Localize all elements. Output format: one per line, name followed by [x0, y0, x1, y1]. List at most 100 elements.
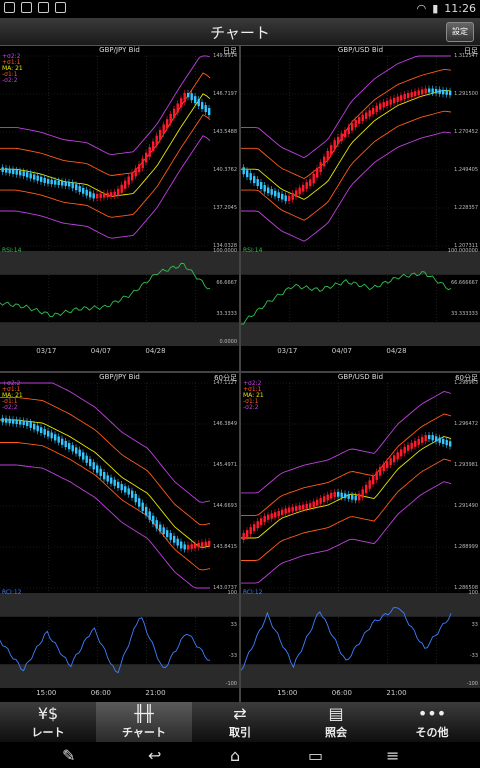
- wifi-icon: ◠: [416, 2, 427, 15]
- oscillator-tick: 100.0000: [213, 248, 237, 254]
- x-axis-label: 21:00: [145, 689, 166, 697]
- oscillator-label: RCI:12: [2, 589, 22, 596]
- x-axis-label: 06:00: [90, 689, 111, 697]
- oscillator-tick: 33.333333: [450, 311, 478, 318]
- system-nav-bar: ✎ ↩ ⌂ ▭ ≡: [0, 742, 480, 768]
- youtube-icon: [21, 2, 32, 13]
- price-tick: 146.7197: [213, 91, 237, 97]
- tab-rate[interactable]: ¥$ レート: [0, 702, 96, 742]
- recents-icon[interactable]: ▭: [308, 746, 323, 765]
- chart-panel-gbpjpy-daily[interactable]: GBP/JPY Bid 日足 149.8914 146.7197 143.5488 140…: [0, 46, 239, 371]
- charts-area: GBP/JPY Bid 日足 149.8914 146.7197 143.5488 140…: [0, 46, 480, 702]
- battery-icon: ▮: [432, 2, 439, 15]
- oscillator-tick: 33.3333: [216, 311, 237, 318]
- status-bar: ◠ ▮ 11:26: [0, 0, 480, 18]
- price-tick: 1.296472: [454, 421, 478, 427]
- chart-canvas: [0, 55, 239, 346]
- download-icon: [55, 2, 66, 13]
- page-title: チャート: [210, 24, 270, 42]
- settings-button[interactable]: 設定: [446, 22, 474, 42]
- oscillator-label: RSI:14: [2, 247, 22, 254]
- oscillator-tick: -33: [228, 653, 237, 660]
- chart-canvas: [0, 382, 239, 688]
- chart-title: GBP/JPY Bid: [99, 373, 140, 381]
- x-axis-label: 21:00: [386, 689, 407, 697]
- x-axis-label: 04/28: [386, 347, 407, 355]
- oscillator-tick: -100: [466, 681, 478, 687]
- rate-icon: ¥$: [37, 703, 59, 723]
- price-tick: 1.291500: [454, 91, 478, 97]
- chart-panel-gbpjpy-60min[interactable]: GBP/JPY Bid 60分足 147.1127 146.3849 145.4971 1…: [0, 373, 239, 702]
- chart-title: GBP/USD Bid: [337, 373, 384, 381]
- legend-entry: -σ2:2: [2, 77, 18, 84]
- price-tick: 1.312547: [454, 53, 478, 59]
- x-axis-label: 03/17: [277, 347, 298, 355]
- legend-entry: -σ2:2: [2, 404, 18, 411]
- tab-more[interactable]: ••• その他: [384, 702, 480, 742]
- chart-panel-gbpusd-60min[interactable]: GBP/USD Bid 60分足 1.298963 1.296472 1.293981 1…: [241, 373, 480, 702]
- x-axis-label: 04/07: [331, 347, 352, 355]
- price-tick: 147.1127: [213, 380, 237, 386]
- oscillator-tick: 100.000000: [447, 248, 478, 254]
- oscillator-tick: 0.0000: [219, 339, 238, 345]
- chart-canvas: [241, 55, 480, 346]
- clock: 11:26: [444, 2, 476, 15]
- trade-icon: ⇄: [233, 703, 247, 723]
- back-icon[interactable]: ↩: [148, 746, 161, 765]
- oscillator-tick: 33: [471, 621, 478, 628]
- oscillator-tick: 100: [227, 590, 237, 596]
- oscillator-label: RSI:14: [243, 247, 263, 254]
- price-tick: 146.3849: [213, 421, 237, 427]
- price-tick: 137.2045: [213, 205, 237, 211]
- price-tick: 143.8415: [213, 544, 237, 550]
- price-tick: 1.288999: [454, 544, 478, 550]
- chart-title: GBP/USD Bid: [337, 46, 384, 54]
- chart-panel-gbpusd-daily[interactable]: GBP/USD Bid 日足 1.312547 1.291500 1.270452 1.2…: [241, 46, 480, 371]
- price-tick: 1.291490: [454, 503, 478, 509]
- oscillator-tick: -33: [469, 653, 478, 660]
- inquiry-icon: ▤: [328, 703, 344, 723]
- x-axis-label: 03/17: [36, 347, 57, 355]
- tab-inquiry-label: 照会: [325, 726, 347, 739]
- price-tick: 145.4971: [213, 462, 237, 468]
- tab-inquiry[interactable]: ▤ 照会: [288, 702, 384, 742]
- oscillator-tick: -100: [225, 681, 237, 687]
- home-icon[interactable]: ⌂: [230, 746, 240, 765]
- tab-more-label: その他: [415, 726, 449, 739]
- x-axis-label: 04/28: [145, 347, 166, 355]
- indicator-legend: +σ2:2 +σ1:1 MA: 21 -σ1:1 -σ2:2: [243, 381, 264, 411]
- indicator-legend: +σ2:2 +σ1:1 MA: 21 -σ1:1 -σ2:2: [2, 54, 23, 84]
- x-axis-label: 15:00: [277, 689, 298, 697]
- price-tick: 1.298963: [454, 380, 478, 386]
- tab-chart[interactable]: ╫╫ チャート: [96, 702, 192, 742]
- price-tick: 1.249405: [454, 167, 478, 173]
- tab-chart-label: チャート: [122, 726, 166, 739]
- price-tick: 140.3762: [213, 167, 237, 173]
- tab-rate-label: レート: [31, 726, 65, 739]
- oscillator-tick: 66.6667: [216, 279, 237, 286]
- image-icon: [38, 2, 49, 13]
- price-tick: 143.5488: [213, 129, 237, 135]
- oscillator-tick: 33: [230, 621, 237, 628]
- bottom-tab-bar: ¥$ レート ╫╫ チャート ⇄ 取引 ▤ 照会 ••• その他: [0, 702, 480, 742]
- price-tick: 1.293981: [454, 462, 478, 468]
- price-tick: 149.8914: [213, 53, 237, 59]
- pen-icon[interactable]: ✎: [62, 746, 75, 765]
- indicator-legend: +σ2:2 +σ1:1 MA: 21 -σ1:1 -σ2:2: [2, 381, 23, 411]
- tab-trade[interactable]: ⇄ 取引: [192, 702, 288, 742]
- chart-title: GBP/JPY Bid: [99, 46, 140, 54]
- chart-canvas: [241, 382, 480, 688]
- price-tick: 1.270452: [454, 129, 478, 135]
- x-axis-label: 15:00: [36, 689, 57, 697]
- x-axis-label: 06:00: [331, 689, 352, 697]
- price-tick: 1.228357: [454, 205, 478, 211]
- price-tick: 144.6693: [213, 503, 237, 509]
- legend-entry: -σ2:2: [243, 404, 259, 411]
- menu-icon[interactable]: ≡: [386, 746, 399, 765]
- app-header: チャート 設定: [0, 18, 480, 46]
- x-axis-label: 04/07: [90, 347, 111, 355]
- oscillator-tick: 100: [468, 590, 478, 596]
- oscillator-label: RCI:12: [243, 589, 263, 596]
- chart-icon: ╫╫: [134, 703, 154, 723]
- tab-trade-label: 取引: [229, 726, 251, 739]
